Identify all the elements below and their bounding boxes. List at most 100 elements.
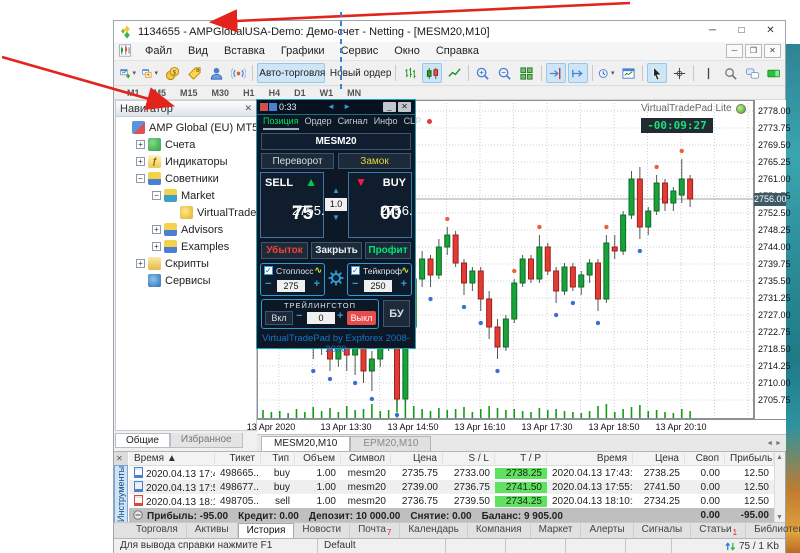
tree-item-индикаторы[interactable]: + ƒ Индикаторы <box>116 153 256 170</box>
lots-up-icon[interactable]: ▲ <box>325 186 347 195</box>
tile-icon[interactable] <box>517 63 537 83</box>
tree-item-examples[interactable]: + Examples <box>116 238 256 255</box>
tree-item-сервисы[interactable]: Сервисы <box>116 272 256 289</box>
stoploss-plus-button[interactable]: + <box>314 278 320 290</box>
navigator-tab-избранное[interactable]: Избранное <box>169 433 243 448</box>
connection-icon[interactable] <box>764 63 784 83</box>
zoom-in-icon[interactable] <box>473 63 493 83</box>
menu-item-Сервис[interactable]: Сервис <box>333 43 387 59</box>
timeframe-W1[interactable]: W1 <box>313 88 341 98</box>
timeframe-M1[interactable]: M1 <box>120 88 147 98</box>
lots-input[interactable]: 1.0 <box>325 198 347 211</box>
column-header-0[interactable]: Время ▲ <box>129 453 215 464</box>
bottom-tab-почта[interactable]: Почта7 <box>350 523 401 538</box>
chart-tab-mesm20,m10[interactable]: MESM20,M10 <box>261 436 351 451</box>
tradepad-tab-позиция[interactable]: Позиция <box>263 116 299 130</box>
takeprofit-minus-button[interactable]: − <box>352 278 358 290</box>
bottom-tab-маркет[interactable]: Маркет <box>531 523 582 538</box>
child-close-button[interactable]: ✕ <box>764 44 781 58</box>
line-icon[interactable] <box>444 63 464 83</box>
bottom-tab-история[interactable]: История <box>237 523 295 538</box>
trailing-minus-button[interactable]: − <box>296 310 302 322</box>
column-header-2[interactable]: Тип <box>261 453 295 464</box>
profiles-icon[interactable]: ▾ <box>140 63 160 83</box>
bottom-tab-новости[interactable]: Новости <box>294 523 351 538</box>
child-restore-button[interactable]: ❐ <box>745 44 762 58</box>
vline-icon[interactable] <box>698 63 718 83</box>
menu-item-Вид[interactable]: Вид <box>180 43 216 59</box>
autotrade-button[interactable]: Авто-торговля <box>256 63 325 83</box>
tradepad-minimize-button[interactable]: _ <box>383 102 396 112</box>
close-profit-button[interactable]: Профит <box>365 242 411 259</box>
table-row[interactable]: 2020.04.13 17:42.. 498665.. buy 1.00 mesm20 2… <box>129 466 774 480</box>
bottom-tab-активы[interactable]: Активы <box>187 523 238 538</box>
column-header-1[interactable]: Тикет <box>215 453 261 464</box>
column-header-3[interactable]: Объем <box>295 453 341 464</box>
settings-gear-icon[interactable] <box>328 270 344 286</box>
new-chart-icon[interactable]: ▾ <box>118 63 138 83</box>
expand-icon[interactable]: + <box>152 225 161 234</box>
toolbox-close-icon[interactable]: ✕ <box>116 454 123 463</box>
tree-item-скрипты[interactable]: + Скрипты <box>116 255 256 272</box>
timeframe-H1[interactable]: H1 <box>236 88 262 98</box>
tree-item-счета[interactable]: + Счета <box>116 136 256 153</box>
timeframe-M30[interactable]: M30 <box>205 88 237 98</box>
lots-down-icon[interactable]: ▼ <box>325 213 347 222</box>
bars-icon[interactable] <box>400 63 420 83</box>
navigator-tab-общие[interactable]: Общие <box>115 433 170 448</box>
toolbox-vertical-tab[interactable]: Инструменты <box>114 465 128 523</box>
trailing-on-button[interactable]: Вкл <box>265 311 293 325</box>
tradepad-tab-clp[interactable]: CLP <box>404 116 422 130</box>
close-button[interactable]: ✕ <box>756 21 785 42</box>
takeprofit-checkbox[interactable]: ✓ <box>351 266 360 275</box>
tree-item-советники[interactable]: − Советники <box>116 170 256 187</box>
market-watch-icon[interactable]: $ <box>162 63 182 83</box>
bottom-tab-библиотека[interactable]: Библиотека <box>746 523 800 538</box>
candles-icon[interactable] <box>422 63 443 83</box>
tree-item-amp-global-(eu)-mt5[interactable]: AMP Global (EU) MT5 <box>116 119 256 136</box>
lock-button[interactable]: Замок <box>338 153 411 169</box>
column-header-8[interactable]: Время <box>547 453 633 464</box>
column-header-11[interactable]: Прибыль <box>725 453 774 464</box>
bottom-tab-торговля[interactable]: Торговля <box>128 523 187 538</box>
stoploss-minus-button[interactable]: − <box>265 278 271 290</box>
dropdown-caret-icon[interactable]: ▾ <box>132 69 136 77</box>
bottom-tab-статьи[interactable]: Статьи1 <box>691 523 747 538</box>
expand-icon[interactable]: + <box>136 140 145 149</box>
collapse-icon[interactable]: − <box>152 191 161 200</box>
stoploss-value[interactable]: 275 <box>277 280 305 292</box>
tree-item-market[interactable]: − Market <box>116 187 256 204</box>
tree-item-virtualtradepad-lite[interactable]: VirtualTradePad Lite <box>116 204 256 221</box>
buy-button[interactable]: ▼ BUY 2756. 00 <box>348 172 413 238</box>
table-row[interactable]: 2020.04.13 17:52.. 498677.. buy 1.00 mesm20 2… <box>129 480 774 494</box>
dropdown-caret-icon[interactable]: ▾ <box>611 69 615 77</box>
minimize-button[interactable]: ─ <box>698 21 727 42</box>
timeframe-H4[interactable]: H4 <box>262 88 288 98</box>
timeframe-M15[interactable]: M15 <box>173 88 205 98</box>
tradepad-close-button[interactable]: ✕ <box>398 102 411 112</box>
period-icon[interactable]: ▾ <box>596 63 616 83</box>
reverse-button[interactable]: Переворот <box>261 153 334 169</box>
stoploss-checkbox[interactable]: ✓ <box>264 266 273 275</box>
dropdown-caret-icon[interactable]: ▾ <box>154 69 158 77</box>
tradepad-tab-ордер[interactable]: Ордер <box>305 116 332 130</box>
zoom-out-icon[interactable] <box>495 63 515 83</box>
menu-item-Вставка[interactable]: Вставка <box>216 43 273 59</box>
template-icon[interactable] <box>618 63 638 83</box>
menu-item-Справка[interactable]: Справка <box>428 43 487 59</box>
menu-item-Файл[interactable]: Файл <box>137 43 180 59</box>
column-header-5[interactable]: Цена <box>391 453 443 464</box>
expand-icon[interactable]: + <box>136 259 145 268</box>
bottom-tab-календарь[interactable]: Календарь <box>400 523 468 538</box>
chat-icon[interactable] <box>742 63 762 83</box>
maximize-button[interactable]: □ <box>727 21 756 42</box>
takeprofit-plus-button[interactable]: + <box>401 278 407 290</box>
toolbox-scrollbar[interactable]: ▲ ▼ <box>774 452 785 523</box>
breakeven-button[interactable]: БУ <box>383 300 410 327</box>
timeframe-D1[interactable]: D1 <box>287 88 313 98</box>
bottom-tab-алерты[interactable]: Алерты <box>581 523 634 538</box>
trailing-plus-button[interactable]: + <box>337 310 343 322</box>
bottom-tab-компания[interactable]: Компания <box>468 523 531 538</box>
menu-item-Окно[interactable]: Окно <box>386 43 428 59</box>
shift-end-icon[interactable] <box>545 63 566 83</box>
